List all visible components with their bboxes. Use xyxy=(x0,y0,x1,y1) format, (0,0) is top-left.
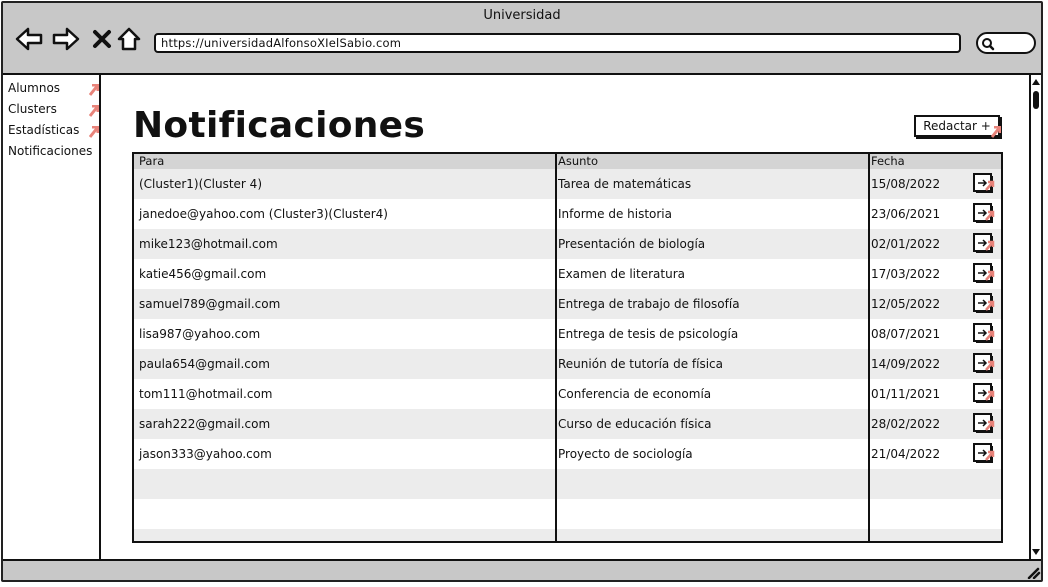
sidebar-item-notificaciones[interactable]: Notificaciones xyxy=(3,141,99,162)
column-header-para: Para xyxy=(139,154,165,168)
sidebar-item-label: Notificaciones xyxy=(8,144,93,158)
link-flag-icon xyxy=(991,126,1001,138)
url-input[interactable]: https://universidadAlfonsoXIelSabio.com xyxy=(154,33,961,53)
cell-asunto: Conferencia de economía xyxy=(558,387,712,401)
cell-asunto: Proyecto de sociología xyxy=(558,447,693,461)
column-divider xyxy=(868,154,870,541)
cell-asunto: Reunión de tutoría de física xyxy=(558,357,724,371)
cell-para: katie456@gmail.com xyxy=(139,267,267,281)
table-body: (Cluster1)(Cluster 4) Tarea de matemática… xyxy=(134,169,1001,541)
open-message-icon[interactable] xyxy=(973,443,995,465)
table-row xyxy=(134,499,1001,529)
scroll-down-arrow-icon[interactable] xyxy=(1031,547,1041,557)
table-row[interactable]: jason333@yahoo.com Proyecto de sociología… xyxy=(134,439,1001,469)
compose-button[interactable]: Redactar + xyxy=(914,115,1001,138)
search-box[interactable] xyxy=(976,32,1036,54)
cell-para: sarah222@gmail.com xyxy=(139,417,271,431)
open-message-icon[interactable] xyxy=(973,263,995,285)
sidebar: Alumnos Clusters Estadísticas Notificaci… xyxy=(3,75,101,559)
cell-asunto: Examen de literatura xyxy=(558,267,685,281)
notifications-table: Para Asunto Fecha (Cluster1)(Cluster 4) T… xyxy=(132,152,1003,543)
cell-asunto: Informe de historia xyxy=(558,207,672,221)
column-divider xyxy=(555,154,557,541)
open-message-icon[interactable] xyxy=(973,293,995,315)
table-row[interactable]: lisa987@yahoo.com Entrega de tesis de psi… xyxy=(134,319,1001,349)
open-message-icon[interactable] xyxy=(973,383,995,405)
table-row[interactable]: janedoe@yahoo.com (Cluster3)(Cluster4) In… xyxy=(134,199,1001,229)
table-row[interactable]: tom111@hotmail.com Conferencia de economí… xyxy=(134,379,1001,409)
table-row[interactable]: samuel789@gmail.com Entrega de trabajo de… xyxy=(134,289,1001,319)
open-message-icon[interactable] xyxy=(973,173,995,195)
open-message-icon[interactable] xyxy=(973,203,995,225)
search-icon xyxy=(982,38,995,51)
scroll-up-arrow-icon[interactable] xyxy=(1031,77,1041,87)
cell-asunto: Entrega de trabajo de filosofía xyxy=(558,297,740,311)
browser-window: Universidad https://universidadAlfonsoXI… xyxy=(1,1,1043,582)
cell-para: (Cluster1)(Cluster 4) xyxy=(139,177,262,191)
table-row xyxy=(134,469,1001,499)
sidebar-item-label: Clusters xyxy=(8,102,57,116)
page-content: Alumnos Clusters Estadísticas Notificaci… xyxy=(3,73,1041,561)
cell-para: lisa987@yahoo.com xyxy=(139,327,261,341)
column-header-fecha: Fecha xyxy=(871,154,905,168)
table-row[interactable]: katie456@gmail.com Examen de literatura 17… xyxy=(134,259,1001,289)
window-title: Universidad xyxy=(483,8,561,23)
link-flag-icon xyxy=(89,105,99,117)
home-icon[interactable] xyxy=(115,25,143,53)
cell-para: paula654@gmail.com xyxy=(139,357,270,371)
open-message-icon[interactable] xyxy=(973,233,995,255)
scroll-thumb[interactable] xyxy=(1033,91,1039,109)
cell-para: jason333@yahoo.com xyxy=(139,447,272,461)
sidebar-item-clusters[interactable]: Clusters xyxy=(3,99,99,120)
open-message-icon[interactable] xyxy=(973,323,995,345)
table-row[interactable]: sarah222@gmail.com Curso de educación fís… xyxy=(134,409,1001,439)
sidebar-item-alumnos[interactable]: Alumnos xyxy=(3,78,99,99)
table-row[interactable]: mike123@hotmail.com Presentación de biolo… xyxy=(134,229,1001,259)
sidebar-item-label: Estadísticas xyxy=(8,123,80,137)
cell-asunto: Presentación de biología xyxy=(558,237,706,251)
column-header-asunto: Asunto xyxy=(558,154,598,168)
open-message-icon[interactable] xyxy=(973,413,995,435)
cell-para: samuel789@gmail.com xyxy=(139,297,281,311)
vertical-scrollbar[interactable] xyxy=(1029,75,1041,559)
cell-asunto: Tarea de matemáticas xyxy=(558,177,692,191)
table-row[interactable]: paula654@gmail.com Reunión de tutoría de … xyxy=(134,349,1001,379)
back-arrow-icon[interactable] xyxy=(15,25,43,53)
close-x-icon[interactable] xyxy=(88,25,116,53)
cell-para: tom111@hotmail.com xyxy=(139,387,273,401)
resize-grip-icon[interactable] xyxy=(1025,565,1041,579)
page-title: Notificaciones xyxy=(133,105,426,146)
table-header: Para Asunto Fecha xyxy=(134,154,1001,169)
link-flag-icon xyxy=(89,126,99,138)
link-flag-icon xyxy=(89,84,99,96)
table-row[interactable]: (Cluster1)(Cluster 4) Tarea de matemática… xyxy=(134,169,1001,199)
cell-asunto: Entrega de tesis de psicología xyxy=(558,327,739,341)
sidebar-item-label: Alumnos xyxy=(8,81,61,95)
forward-arrow-icon[interactable] xyxy=(52,25,80,53)
open-message-icon[interactable] xyxy=(973,353,995,375)
table-row xyxy=(134,529,1001,541)
compose-button-label: Redactar + xyxy=(923,119,991,133)
cell-para: janedoe@yahoo.com (Cluster3)(Cluster4) xyxy=(139,207,388,221)
cell-asunto: Curso de educación física xyxy=(558,417,712,431)
sidebar-item-estadisticas[interactable]: Estadísticas xyxy=(3,120,99,141)
cell-para: mike123@hotmail.com xyxy=(139,237,278,251)
